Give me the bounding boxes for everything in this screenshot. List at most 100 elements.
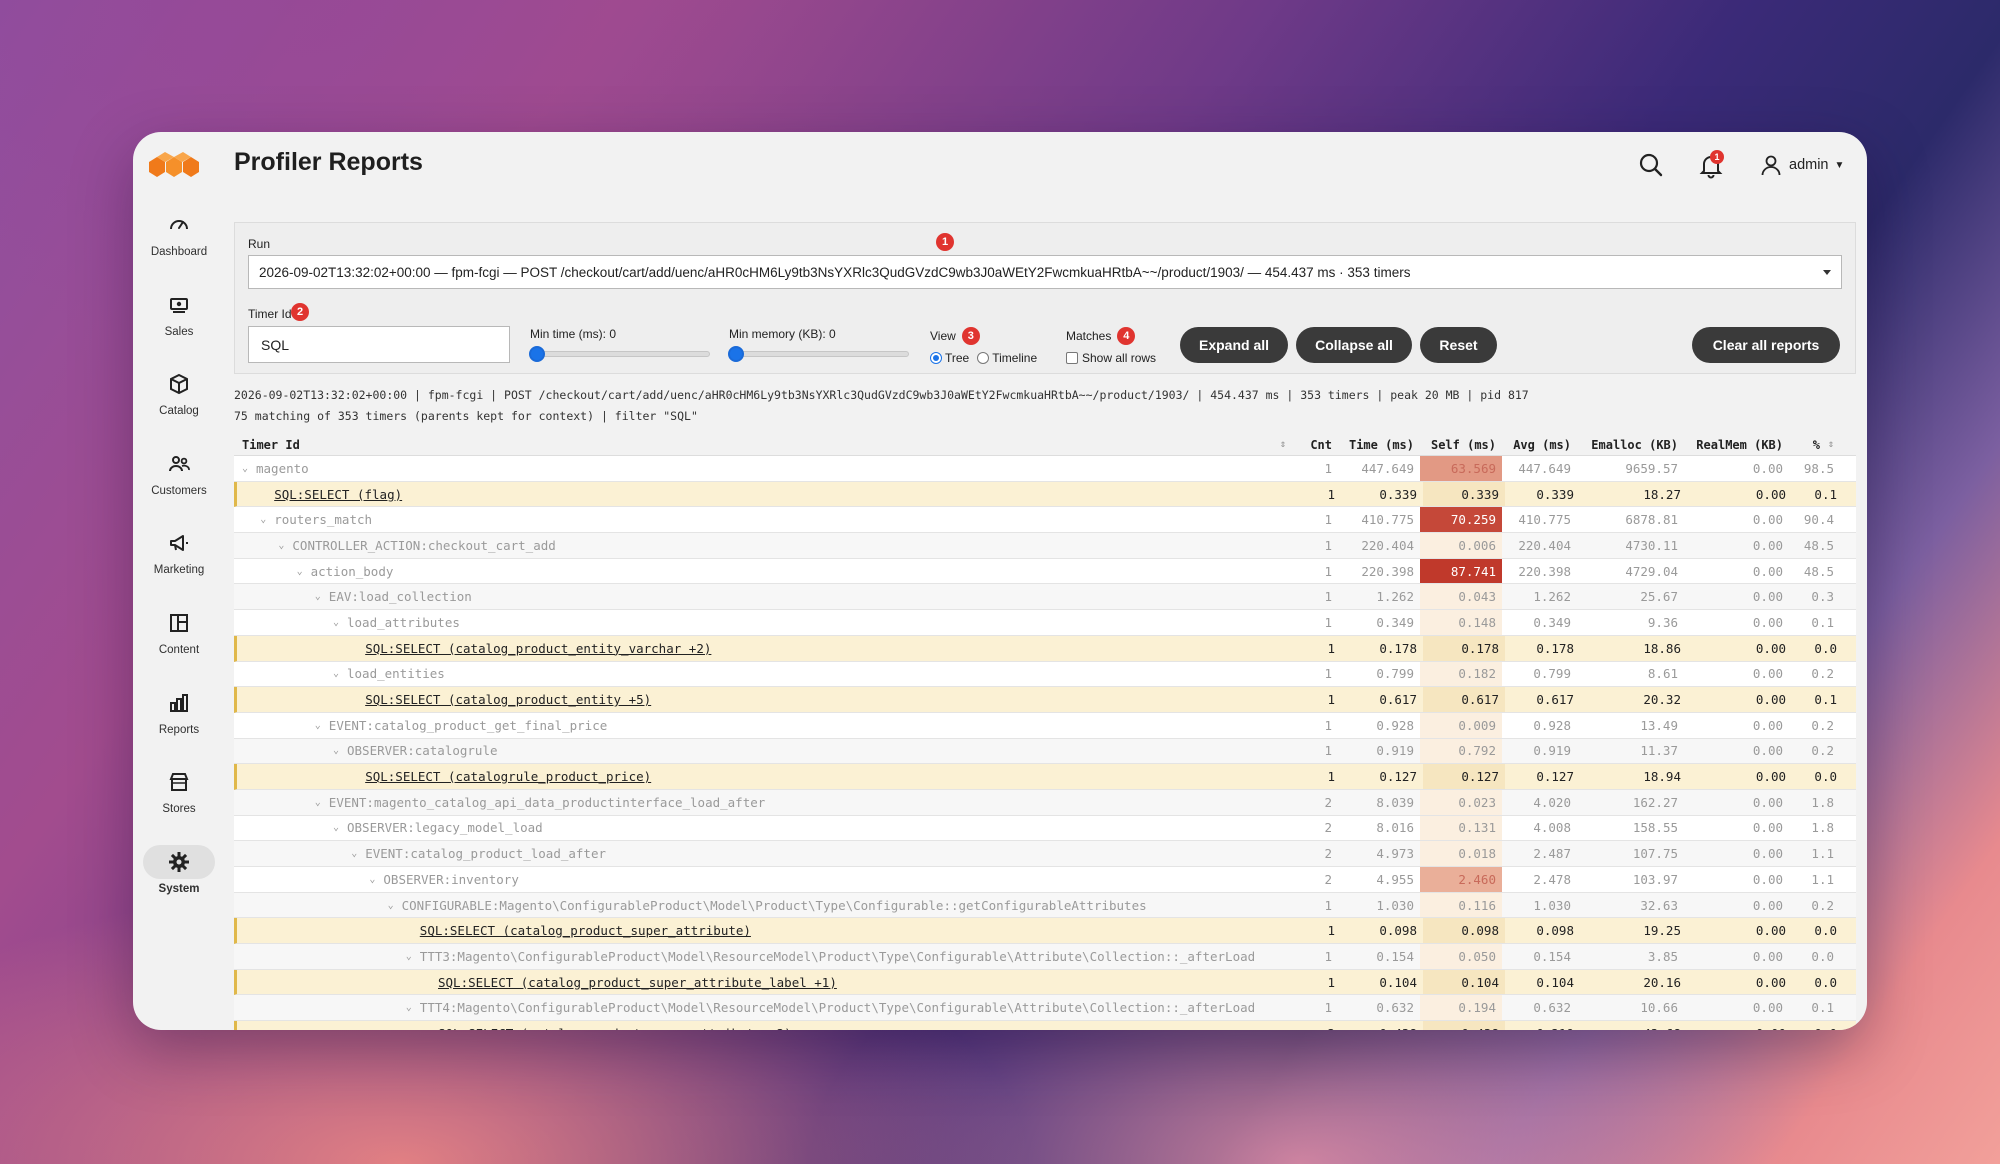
table-row[interactable]: SQL:SELECT (catalog_product_super_attrib…	[234, 918, 1856, 945]
table-row[interactable]: ⌄ OBSERVER:legacy_model_load 2 8.016 0.131 4.…	[234, 815, 1856, 842]
col-self[interactable]: Self (ms)	[1420, 434, 1502, 455]
table-row[interactable]: ⌄ routers_match 1 410.775 70.259 410.775 6878.…	[234, 507, 1856, 534]
col-percent[interactable]: % ⇕	[1789, 434, 1840, 455]
min-memory-slider[interactable]	[728, 346, 909, 362]
table-row[interactable]: ⌄ magento 1 447.649 63.569 447.649 9659.57 0.00…	[234, 456, 1856, 482]
show-all-rows-option[interactable]: Show all rows	[1066, 351, 1156, 365]
chevron-down-icon[interactable]: ⌄	[388, 900, 396, 911]
chevron-down-icon[interactable]: ⌄	[297, 566, 305, 577]
sidebar-item-marketing[interactable]: Marketing	[141, 522, 217, 592]
search-icon[interactable]	[1636, 150, 1666, 180]
timer-name[interactable]: SQL:SELECT (flag)	[274, 487, 402, 502]
table-row[interactable]: SQL:SELECT (catalog_product_entity_varch…	[234, 635, 1856, 662]
view-tree-option[interactable]: Tree	[930, 351, 969, 365]
sidebar-item-catalog[interactable]: Catalog	[141, 363, 217, 433]
view-timeline-option[interactable]: Timeline	[977, 351, 1037, 365]
table-row[interactable]: SQL:SELECT (flag) 1 0.339 0.339 0.339 18.27 0.…	[234, 481, 1856, 508]
chevron-down-icon[interactable]: ⌄	[260, 514, 268, 525]
sidebar-item-stores[interactable]: Stores	[141, 761, 217, 831]
user-menu[interactable]: admin ▼	[1759, 150, 1844, 180]
chevron-down-icon[interactable]: ⌄	[278, 540, 286, 551]
table-row[interactable]: ⌄ OBSERVER:inventory 2 4.955 2.460 2.478 103.9…	[234, 867, 1856, 893]
table-row[interactable]: ⌄ TTT3:Magento\ConfigurableProduct\Model\…	[234, 944, 1856, 970]
table-row[interactable]: SQL:SELECT (catalog_product_super_attrib…	[234, 1021, 1856, 1030]
sidebar-item-sales[interactable]: Sales	[141, 284, 217, 354]
table-row[interactable]: ⌄ load_attributes 1 0.349 0.148 0.349 9.36 0.00…	[234, 610, 1856, 636]
cell-emalloc: 107.75	[1632, 846, 1678, 862]
sales-icon	[159, 288, 199, 322]
timer-name[interactable]: SQL:SELECT (catalog_product_entity_varch…	[365, 641, 711, 656]
table-row[interactable]: SQL:SELECT (catalog_product_super_attrib…	[234, 969, 1856, 996]
cell-avg: 0.098	[1536, 923, 1574, 939]
timer-name[interactable]: SQL:SELECT (catalog_product_entity +5)	[365, 692, 651, 707]
chevron-down-icon[interactable]: ⌄	[242, 463, 250, 474]
col-time[interactable]: Time (ms)	[1338, 434, 1420, 455]
chevron-down-icon[interactable]: ⌄	[351, 848, 359, 859]
sidebar: Dashboard Sales Catalog Customers Marketing C…	[133, 132, 223, 1030]
reset-button[interactable]: Reset	[1420, 327, 1497, 363]
table-row[interactable]: ⌄ EAV:load_collection 1 1.262 0.043 1.262 25.6…	[234, 584, 1856, 611]
table-row[interactable]: ⌄ CONTROLLER_ACTION:checkout_cart_add 1 220…	[234, 533, 1856, 559]
show-all-rows-checkbox[interactable]	[1066, 352, 1078, 364]
table-row[interactable]: ⌄ TTT4:Magento\ConfigurableProduct\Model\…	[234, 995, 1856, 1022]
radio-timeline[interactable]	[977, 352, 990, 364]
col-emalloc[interactable]: Emalloc (KB)	[1577, 434, 1684, 455]
collapse-all-button[interactable]: Collapse all	[1296, 327, 1412, 363]
table-row[interactable]: ⌄ EVENT:catalog_product_get_final_price 1 0…	[234, 712, 1856, 739]
cell-emalloc: 19.25	[1643, 923, 1681, 939]
chevron-down-icon[interactable]: ⌄	[315, 797, 323, 808]
chevron-down-icon[interactable]: ⌄	[333, 822, 341, 833]
sidebar-item-dashboard[interactable]: Dashboard	[141, 204, 217, 274]
bell-icon[interactable]: 1	[1696, 150, 1726, 180]
table-row[interactable]: ⌄ OBSERVER:catalogrule 1 0.919 0.792 0.919 11.…	[234, 738, 1856, 765]
cell-percent: 0.2	[1811, 743, 1834, 759]
timer-name[interactable]: SQL:SELECT (catalog_product_super_attrib…	[420, 923, 751, 938]
col-cnt[interactable]: Cnt	[1294, 434, 1338, 455]
cell-avg: 220.404	[1518, 537, 1571, 553]
table-row[interactable]: SQL:SELECT (catalog_product_entity +5) 1 0…	[234, 687, 1856, 713]
chevron-down-icon	[1823, 270, 1831, 275]
cell-percent: 48.5	[1803, 537, 1834, 553]
chevron-down-icon[interactable]: ⌄	[333, 745, 341, 756]
radio-tree[interactable]	[930, 352, 942, 364]
cell-realmem: 0.00	[1752, 666, 1783, 682]
sidebar-item-customers[interactable]: Customers	[141, 443, 217, 513]
cell-emalloc: 42.68	[1580, 1021, 1687, 1030]
logo-icon[interactable]	[147, 150, 203, 182]
cell-cnt: 2	[1324, 794, 1332, 810]
clear-all-reports-button[interactable]: Clear all reports	[1692, 327, 1840, 363]
timer-name[interactable]: SQL:SELECT (catalogrule_product_price)	[365, 769, 651, 784]
table-row[interactable]: ⌄ action_body 1 220.398 87.741 220.398 4729.04…	[234, 558, 1856, 585]
chevron-down-icon[interactable]: ⌄	[315, 591, 323, 602]
sidebar-item-content[interactable]: Content	[141, 602, 217, 672]
min-time-slider-thumb[interactable]	[529, 346, 545, 362]
timer-name: EVENT:magento_catalog_api_data_productin…	[328, 794, 766, 810]
col-timer-id[interactable]: Timer Id ⇕	[234, 438, 1294, 452]
cell-timer-id: ⌄ routers_match	[234, 512, 1294, 527]
chevron-down-icon[interactable]: ⌄	[369, 874, 377, 885]
sidebar-item-system[interactable]: System	[141, 841, 217, 911]
timer-name[interactable]: SQL:SELECT (catalog_product_super_attrib…	[438, 1026, 792, 1030]
table-row[interactable]: ⌄ CONFIGURABLE:Magento\ConfigurableProduc…	[234, 892, 1856, 919]
run-select[interactable]: 2026-09-02T13:32:02+00:00 — fpm-fcgi — P…	[248, 255, 1842, 289]
col-realmem[interactable]: RealMem (KB)	[1684, 434, 1789, 455]
timer-name[interactable]: SQL:SELECT (catalog_product_super_attrib…	[438, 975, 837, 990]
table-row[interactable]: SQL:SELECT (catalogrule_product_price) 1 0…	[234, 764, 1856, 790]
table-row[interactable]: ⌄ EVENT:magento_catalog_api_data_producti…	[234, 789, 1856, 816]
table-row[interactable]: ⌄ load_entities 1 0.799 0.182 0.799 8.61 0.00 0.…	[234, 661, 1856, 688]
chevron-down-icon[interactable]: ⌄	[333, 668, 341, 679]
table-row[interactable]: ⌄ EVENT:catalog_product_load_after 2 4.973 0…	[234, 841, 1856, 867]
chevron-down-icon[interactable]: ⌄	[406, 1002, 414, 1013]
expand-all-button[interactable]: Expand all	[1180, 327, 1288, 363]
timer-id-input[interactable]: SQL	[248, 326, 510, 363]
min-memory-slider-thumb[interactable]	[728, 346, 744, 362]
sidebar-item-reports[interactable]: Reports	[141, 682, 217, 752]
cell-avg: 0.127	[1536, 769, 1574, 785]
min-time-slider[interactable]	[529, 346, 710, 362]
chevron-down-icon[interactable]: ⌄	[315, 720, 323, 731]
chevron-down-icon[interactable]: ⌄	[333, 617, 341, 628]
cell-timer-id: ⌄ load_entities	[234, 666, 1294, 681]
cell-percent: 0.0	[1814, 640, 1837, 656]
chevron-down-icon[interactable]: ⌄	[406, 951, 414, 962]
col-avg[interactable]: Avg (ms)	[1502, 434, 1577, 455]
